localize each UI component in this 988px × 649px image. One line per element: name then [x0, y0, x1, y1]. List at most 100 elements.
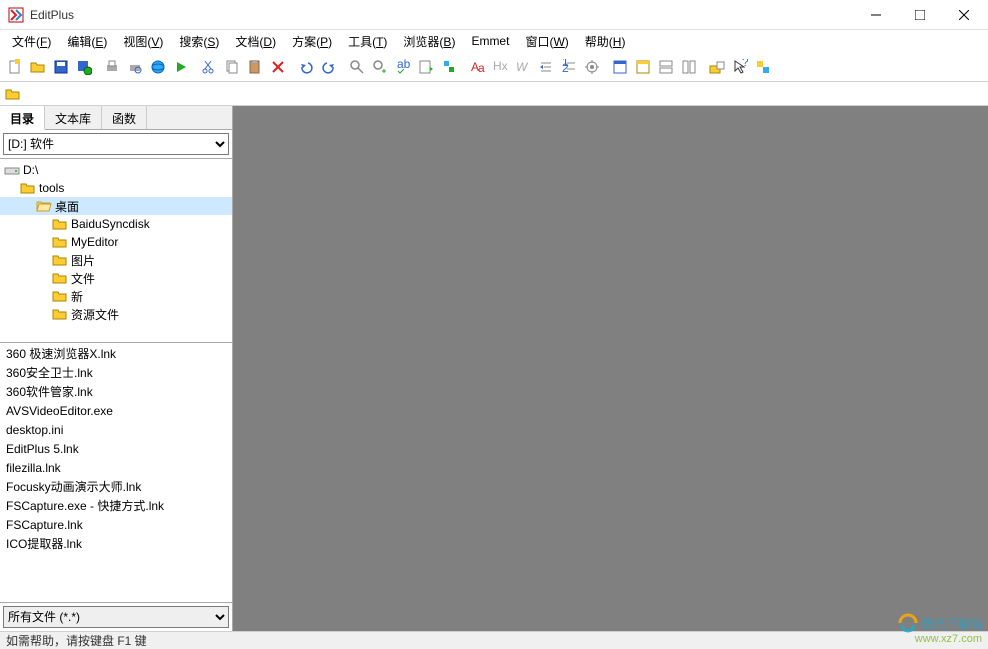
file-list[interactable]: 360 极速浏览器X.lnk360安全卫士.lnk360软件管家.lnkAVSV…: [0, 343, 232, 603]
filter-select[interactable]: 所有文件 (*.*): [3, 606, 229, 628]
file-item[interactable]: FSCapture.lnk: [0, 515, 232, 534]
indent-left-button[interactable]: [535, 56, 557, 78]
replace-button[interactable]: [369, 56, 391, 78]
font-button[interactable]: Aa: [466, 56, 488, 78]
folder-icon: [52, 270, 68, 286]
copy-button[interactable]: [221, 56, 243, 78]
tree-item[interactable]: 桌面: [0, 197, 232, 215]
close-button[interactable]: [942, 1, 986, 29]
menu-h[interactable]: 帮助(H): [577, 31, 634, 52]
sidebar-tab-0[interactable]: 目录: [0, 106, 45, 130]
find-button[interactable]: [346, 56, 368, 78]
file-item[interactable]: 360 极速浏览器X.lnk: [0, 344, 232, 363]
file-item[interactable]: 360软件管家.lnk: [0, 382, 232, 401]
file-item[interactable]: FSCapture.exe - 快捷方式.lnk: [0, 496, 232, 515]
browser-button[interactable]: [147, 56, 169, 78]
file-item[interactable]: AVSVideoEditor.exe: [0, 401, 232, 420]
goto-button[interactable]: [415, 56, 437, 78]
file-item[interactable]: filezilla.lnk: [0, 458, 232, 477]
file-item[interactable]: ICO提取器.lnk: [0, 534, 232, 553]
window-title: EditPlus: [30, 8, 854, 22]
tree-label: 桌面: [55, 198, 79, 215]
editor-area: [233, 106, 988, 631]
status-text: 如需帮助，请按键盘 F1 键: [6, 632, 147, 649]
menu-emmet[interactable]: Emmet: [463, 32, 517, 50]
file-item[interactable]: desktop.ini: [0, 420, 232, 439]
content-area: 目录文本库函数 [D:] 软件 D:\tools 桌面 BaiduSyncdisk M…: [0, 106, 988, 631]
folder-icon: [52, 288, 68, 304]
tree-item[interactable]: MyEditor: [0, 233, 232, 251]
menu-s[interactable]: 搜索(S): [171, 31, 227, 52]
folder-tree[interactable]: D:\tools 桌面 BaiduSyncdisk MyEditor 图片文件新资源文件: [0, 158, 232, 343]
file-item[interactable]: 360安全卫士.lnk: [0, 363, 232, 382]
tree-item[interactable]: D:\: [0, 161, 232, 179]
tree-item[interactable]: 资源文件: [0, 305, 232, 323]
folder-icon: [52, 252, 68, 268]
tree-item[interactable]: 新: [0, 287, 232, 305]
tree-item[interactable]: tools: [0, 179, 232, 197]
sidebar: 目录文本库函数 [D:] 软件 D:\tools 桌面 BaiduSyncdisk M…: [0, 106, 233, 631]
settings-button[interactable]: [581, 56, 603, 78]
tree-label: BaiduSyncdisk: [71, 217, 150, 231]
folder-view-button[interactable]: [706, 56, 728, 78]
wrap-button[interactable]: W: [512, 56, 534, 78]
print-preview-button[interactable]: [124, 56, 146, 78]
open-file-button[interactable]: [27, 56, 49, 78]
sidebar-tab-2[interactable]: 函数: [102, 106, 147, 129]
line-number-button[interactable]: 12: [558, 56, 580, 78]
window4-button[interactable]: [678, 56, 700, 78]
window3-button[interactable]: [655, 56, 677, 78]
menu-w[interactable]: 窗口(W): [517, 31, 576, 52]
menu-v[interactable]: 视图(V): [115, 31, 171, 52]
spell-check-button[interactable]: ab: [392, 56, 414, 78]
folder-icon: [52, 306, 68, 322]
tree-label: D:\: [23, 163, 38, 177]
menu-p[interactable]: 方案(P): [284, 31, 340, 52]
print-button[interactable]: [101, 56, 123, 78]
drive-selector: [D:] 软件: [3, 133, 229, 155]
file-filter: 所有文件 (*.*): [3, 606, 229, 628]
sidebar-tab-1[interactable]: 文本库: [45, 106, 102, 129]
delete-button[interactable]: [267, 56, 289, 78]
drive-select[interactable]: [D:] 软件: [3, 133, 229, 155]
tree-label: 新: [71, 288, 83, 305]
save-button[interactable]: [50, 56, 72, 78]
paste-button[interactable]: [244, 56, 266, 78]
tree-label: 资源文件: [71, 306, 119, 323]
tree-label: tools: [39, 181, 64, 195]
menu-e[interactable]: 编辑(E): [59, 31, 115, 52]
cut-button[interactable]: [198, 56, 220, 78]
app-icon: [8, 7, 24, 23]
svg-text:?: ?: [742, 59, 748, 69]
tree-item[interactable]: 文件: [0, 269, 232, 287]
bookmark-button[interactable]: [438, 56, 460, 78]
save-refresh-button[interactable]: [73, 56, 95, 78]
window1-button[interactable]: [609, 56, 631, 78]
help-pointer-button[interactable]: ?: [729, 56, 751, 78]
menu-f[interactable]: 文件(F): [4, 31, 59, 52]
file-item[interactable]: Focusky动画演示大师.lnk: [0, 477, 232, 496]
redo-button[interactable]: [318, 56, 340, 78]
maximize-button[interactable]: [898, 1, 942, 29]
tree-label: 图片: [71, 252, 95, 269]
drive-icon: [4, 162, 20, 178]
tree-item[interactable]: 图片: [0, 251, 232, 269]
run-button[interactable]: [170, 56, 192, 78]
sidebar-tabs: 目录文本库函数: [0, 106, 232, 130]
undo-button[interactable]: [295, 56, 317, 78]
minimize-button[interactable]: [854, 1, 898, 29]
tree-label: MyEditor: [71, 235, 118, 249]
menu-t[interactable]: 工具(T): [340, 31, 395, 52]
path-toolbar: [0, 82, 988, 106]
file-item[interactable]: EditPlus 5.lnk: [0, 439, 232, 458]
folder-icon[interactable]: [4, 85, 22, 103]
menu-d[interactable]: 文档(D): [227, 31, 284, 52]
menu-bar: 文件(F)编辑(E)视图(V)搜索(S)文档(D)方案(P)工具(T)浏览器(B…: [0, 30, 988, 52]
tree-item[interactable]: BaiduSyncdisk: [0, 215, 232, 233]
window2-button[interactable]: [632, 56, 654, 78]
tree-label: 文件: [71, 270, 95, 287]
hex-button[interactable]: Hx: [489, 56, 511, 78]
new-file-button[interactable]: [4, 56, 26, 78]
plugin-button[interactable]: [752, 56, 774, 78]
menu-b[interactable]: 浏览器(B): [395, 31, 463, 52]
